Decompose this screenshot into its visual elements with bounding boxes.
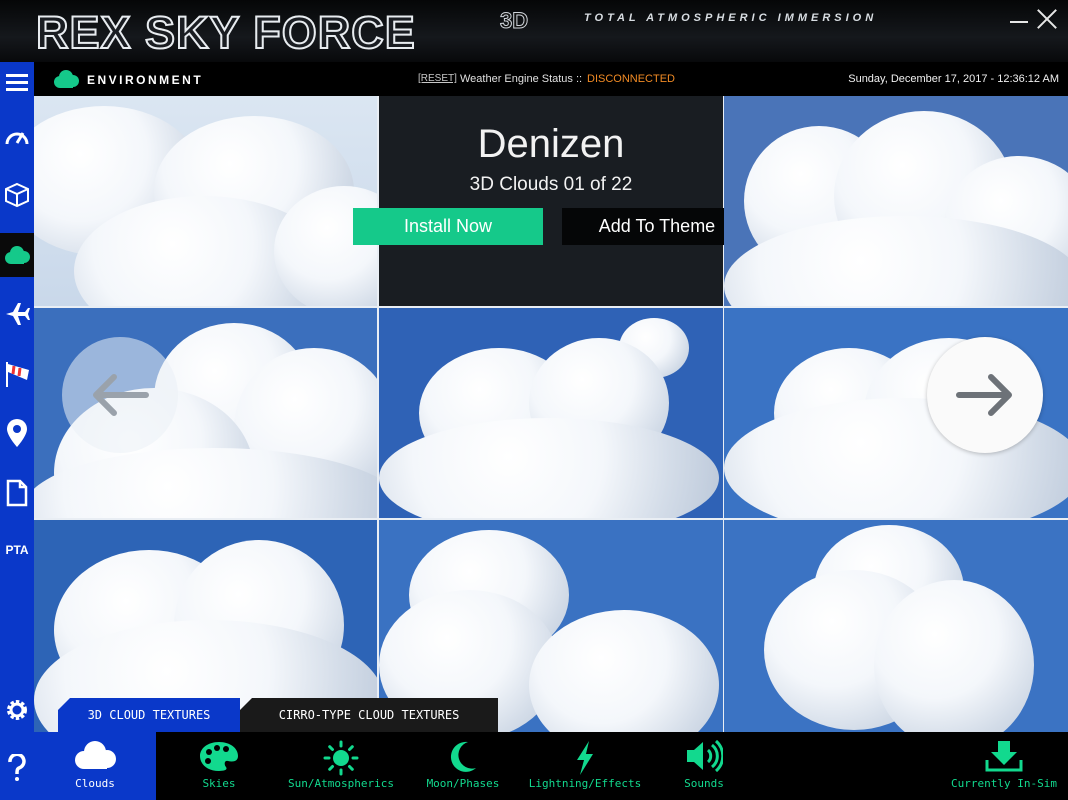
sun-icon [323, 740, 359, 776]
bottom-item-clouds[interactable]: Clouds [34, 732, 156, 800]
bottom-category-bar: Clouds Skies Sun/Atmospherics Moon/Phase… [34, 732, 1068, 800]
sidebar-item-flight[interactable] [0, 294, 34, 334]
sidebar-item-dashboard[interactable] [0, 116, 34, 156]
app-window: REX SKY FORCE 3D TOTAL ATMOSPHERIC IMMER… [0, 0, 1068, 800]
sidebar-item-environment[interactable] [0, 233, 34, 277]
sidebar-item-help[interactable] [0, 748, 34, 788]
sidebar-item-3d-objects[interactable] [0, 175, 34, 215]
moon-icon [450, 741, 476, 772]
section-header: ENVIRONMENT [RESET] Weather Engine Statu… [34, 62, 1068, 96]
section-title: ENVIRONMENT [87, 73, 204, 87]
palette-icon [200, 742, 238, 771]
lightning-icon [577, 741, 593, 775]
cloud-icon [5, 246, 30, 264]
bottom-item-skies[interactable]: Skies [158, 732, 280, 800]
bottom-item-label: Currently In-Sim [951, 777, 1057, 790]
document-icon [6, 479, 28, 507]
weather-status-label: Weather Engine Status :: [460, 73, 583, 85]
bottom-item-label: Sounds [684, 777, 724, 790]
hamburger-icon [6, 74, 28, 91]
gauge-icon [5, 132, 29, 145]
bottom-item-currently-in-sim[interactable]: Currently In-Sim [940, 732, 1068, 800]
texture-info-panel: Denizen 3D Clouds 01 of 22 Install Now A… [353, 96, 752, 306]
sidebar-item-pta[interactable]: PTA [0, 530, 34, 570]
arrow-left-icon [93, 374, 149, 416]
cloud-texture-tile[interactable] [724, 96, 1068, 306]
map-pin-icon [7, 419, 27, 447]
app-tagline: TOTAL ATMOSPHERIC IMMERSION [584, 12, 878, 24]
install-now-button[interactable]: Install Now [353, 208, 543, 245]
windsock-icon [6, 362, 29, 387]
bottom-item-label: Moon/Phases [426, 777, 500, 790]
sidebar-item-menu[interactable] [0, 62, 34, 102]
bottom-item-moon[interactable]: Moon/Phases [402, 732, 524, 800]
download-icon [985, 741, 1023, 772]
arrow-right-icon [956, 374, 1012, 416]
bottom-item-label: Skies [202, 777, 236, 790]
cloud-icon [75, 741, 116, 769]
sidebar: PTA [0, 62, 34, 800]
weather-status-value: DISCONNECTED [587, 73, 676, 85]
next-button[interactable] [927, 337, 1043, 453]
sidebar-item-documents[interactable] [0, 473, 34, 513]
bottom-item-label: Clouds [75, 777, 115, 790]
app-logo-3d: 3D [499, 8, 529, 34]
minimize-button[interactable] [1008, 14, 1030, 32]
bottom-item-label: Sun/Atmospherics [288, 777, 394, 790]
bottom-item-label: Lightning/Effects [528, 777, 642, 790]
reset-link[interactable]: [RESET] [418, 73, 457, 84]
gear-icon [7, 700, 27, 720]
sidebar-item-wind[interactable] [0, 354, 34, 394]
sidebar-item-location[interactable] [0, 413, 34, 453]
cube-icon [5, 182, 29, 208]
cloud-texture-tile[interactable] [34, 96, 377, 306]
bottom-item-sounds[interactable]: Sounds [646, 732, 762, 800]
texture-gallery: Denizen 3D Clouds 01 of 22 Install Now A… [34, 96, 1068, 732]
sidebar-item-settings[interactable] [0, 690, 34, 730]
question-icon [8, 754, 26, 781]
tab-3d-cloud-textures[interactable]: 3D CLOUD TEXTURES [58, 698, 240, 732]
app-logo: REX SKY FORCE [35, 6, 416, 59]
speaker-icon [687, 740, 723, 772]
bottom-item-lightning[interactable]: Lightning/Effects [524, 732, 646, 800]
airplane-icon [6, 303, 30, 325]
close-button[interactable] [1036, 8, 1058, 30]
date-time: Sunday, December 17, 2017 - 12:36:12 AM [848, 73, 1059, 85]
cloud-texture-tile[interactable] [379, 308, 723, 518]
sidebar-pta-label: PTA [5, 543, 29, 557]
previous-button[interactable] [62, 337, 178, 453]
tab-cirro-type-cloud-textures[interactable]: CIRRO-TYPE CLOUD TEXTURES [240, 698, 498, 732]
texture-pack-name: Denizen [477, 122, 625, 166]
bottom-item-sun[interactable]: Sun/Atmospherics [282, 732, 400, 800]
cloud-icon [54, 70, 79, 88]
texture-pack-counter: 3D Clouds 01 of 22 [469, 174, 633, 195]
cloud-texture-tile[interactable] [724, 520, 1068, 732]
title-bar: REX SKY FORCE 3D TOTAL ATMOSPHERIC IMMER… [0, 0, 1068, 62]
